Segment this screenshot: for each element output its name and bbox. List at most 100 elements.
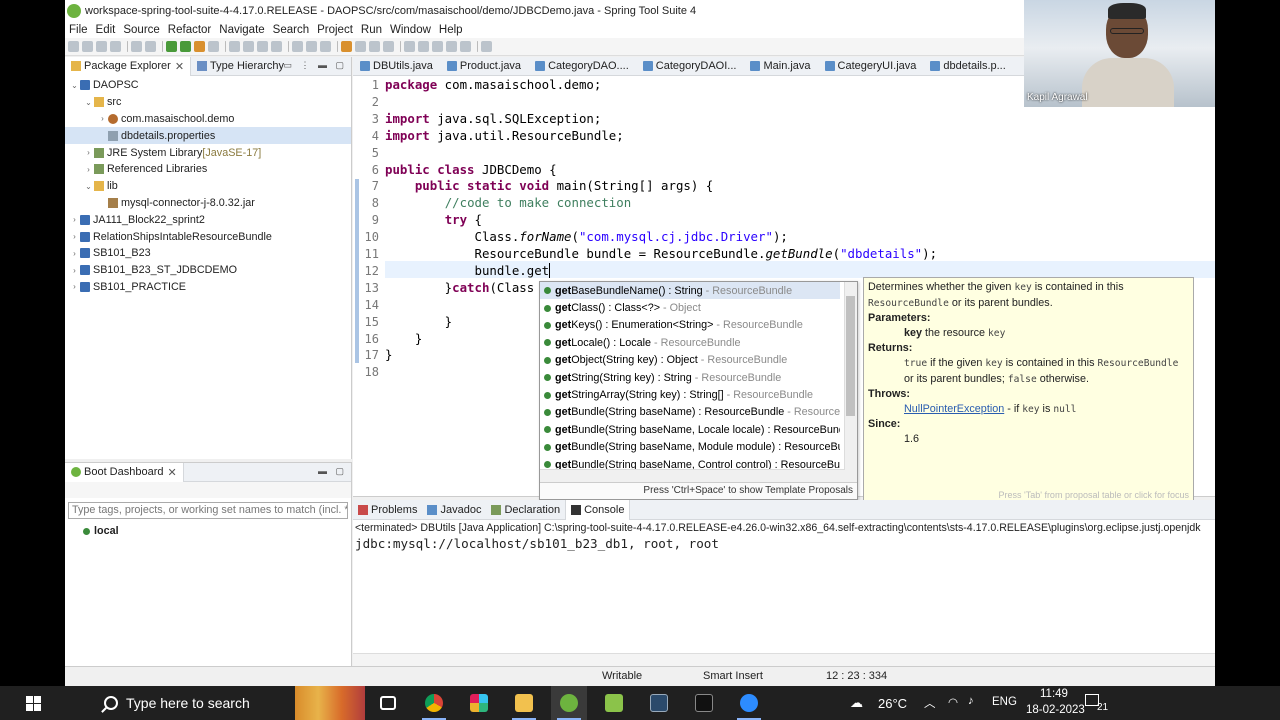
toolbar-button[interactable] <box>355 41 366 52</box>
proposal-item[interactable]: getBundle(String baseName) : ResourceBun… <box>540 404 840 421</box>
toolbar-button[interactable] <box>320 41 331 52</box>
tab-type-hierarchy[interactable]: Type Hierarchy <box>191 57 290 76</box>
editor-tab[interactable]: Main.java <box>743 57 817 75</box>
tab-declaration[interactable]: Declaration <box>486 500 565 520</box>
expand-arrow-icon[interactable]: › <box>69 266 80 275</box>
toolbar-button[interactable] <box>131 41 142 52</box>
expand-arrow-icon[interactable]: › <box>69 232 80 241</box>
boot-filter-input[interactable]: Type tags, projects, or working set name… <box>68 502 348 519</box>
start-button[interactable] <box>0 686 66 720</box>
tree-item[interactable]: › SB101_PRACTICE <box>65 279 351 296</box>
code-line[interactable]: ResourceBundle bundle = ResourceBundle.g… <box>385 246 938 263</box>
notepadpp-app[interactable] <box>596 686 632 720</box>
expand-arrow-icon[interactable]: › <box>69 249 80 258</box>
toolbar-button[interactable] <box>271 41 282 52</box>
clock-time[interactable]: 11:49 <box>1040 688 1068 700</box>
network-icon[interactable]: ◠ <box>948 695 958 709</box>
toolbar-button[interactable] <box>306 41 317 52</box>
tree-item[interactable]: › Referenced Libraries <box>65 161 351 178</box>
toolbar-button[interactable] <box>257 41 268 52</box>
expand-arrow-icon[interactable]: › <box>69 215 80 224</box>
tab-package-explorer[interactable]: Package Explorer ✕ <box>65 56 192 76</box>
language-indicator[interactable]: ENG <box>992 696 1017 708</box>
tab-javadoc[interactable]: Javadoc <box>422 500 486 520</box>
toolbar-button[interactable] <box>481 41 492 52</box>
toolbar-button[interactable] <box>166 41 177 52</box>
scrollbar-thumb[interactable] <box>846 296 855 416</box>
toolbar-button[interactable] <box>446 41 457 52</box>
proposal-item[interactable]: getLocale() : Locale - ResourceBundle <box>540 334 840 351</box>
menu-project[interactable]: Project <box>316 24 354 36</box>
chrome-app[interactable] <box>416 686 452 720</box>
editor-tab[interactable]: DBUtils.java <box>353 57 440 75</box>
weather-icon[interactable]: ☁ <box>850 695 863 711</box>
menu-file[interactable]: File <box>68 24 89 36</box>
file-explorer-app[interactable] <box>506 686 542 720</box>
tree-item[interactable]: dbdetails.properties <box>65 127 351 145</box>
code-line[interactable]: bundle.get <box>385 262 551 280</box>
horizontal-scrollbar[interactable] <box>540 469 845 482</box>
code-line[interactable]: try { <box>385 212 482 229</box>
proposal-list[interactable]: getBaseBundleName() : String - ResourceB… <box>540 282 857 473</box>
clock-date[interactable]: 18-02-2023 <box>1026 704 1085 716</box>
code-line[interactable]: //code to make connection <box>385 195 632 212</box>
javadoc-hover[interactable]: Determines whether the given key is cont… <box>863 277 1194 505</box>
view-menu-icons[interactable]: ▭ ⋮ ▬ ▢ <box>283 60 347 71</box>
mysql-workbench-app[interactable] <box>641 686 677 720</box>
menu-edit[interactable]: Edit <box>95 24 117 36</box>
vertical-scrollbar[interactable] <box>844 282 857 482</box>
code-line[interactable]: public static void main(String[] args) { <box>385 178 713 195</box>
menu-refactor[interactable]: Refactor <box>167 24 212 36</box>
tab-boot-dashboard[interactable]: Boot Dashboard ✕ <box>65 462 184 482</box>
terminal-app[interactable] <box>686 686 722 720</box>
code-line[interactable]: Class.forName("com.mysql.cj.jdbc.Driver"… <box>385 229 788 246</box>
npe-link[interactable]: NullPointerException <box>904 403 1004 415</box>
tree-item[interactable]: ⌄ DAOPSC <box>65 77 351 94</box>
content-assist-popup[interactable]: getBaseBundleName() : String - ResourceB… <box>539 281 858 500</box>
code-line[interactable]: } <box>385 314 452 331</box>
close-icon[interactable]: ✕ <box>175 60 184 73</box>
temperature[interactable]: 26°C <box>878 696 907 711</box>
tree-item[interactable]: › SB101_B23_ST_JDBCDEMO <box>65 262 351 279</box>
view-menu-icons[interactable]: ▬ ▢ <box>318 466 347 477</box>
toolbar-button[interactable] <box>404 41 415 52</box>
toolbar-button[interactable] <box>341 41 352 52</box>
proposal-item[interactable]: getStringArray(String key) : String[] - … <box>540 386 840 403</box>
close-icon[interactable]: ✕ <box>168 466 177 479</box>
tree-item[interactable]: › JA111_Block22_sprint2 <box>65 211 351 228</box>
expand-arrow-icon[interactable]: › <box>97 114 108 123</box>
proposal-item[interactable]: getClass() : Class<?> - Object <box>540 299 840 316</box>
tree-item[interactable]: ⌄ lib <box>65 178 351 195</box>
code-line[interactable]: import java.sql.SQLException; <box>385 111 601 128</box>
tree-item[interactable]: › com.masaischool.demo <box>65 111 351 128</box>
tab-console[interactable]: Console <box>565 499 631 520</box>
menu-help[interactable]: Help <box>438 24 464 36</box>
toolbar-button[interactable] <box>369 41 380 52</box>
boot-item-local[interactable]: local <box>65 523 351 540</box>
zoom-app[interactable] <box>731 686 767 720</box>
volume-icon[interactable]: ♪ <box>968 695 974 707</box>
proposal-item[interactable]: getBundle(String baseName, Module module… <box>540 439 840 456</box>
toolbar-button[interactable] <box>243 41 254 52</box>
toolbar-button[interactable] <box>180 41 191 52</box>
expand-arrow-icon[interactable]: ⌄ <box>83 98 94 107</box>
editor-tab[interactable]: Product.java <box>440 57 528 75</box>
editor-tab[interactable]: CategeryUI.java <box>818 57 924 75</box>
code-line[interactable]: public class JDBCDemo { <box>385 162 557 179</box>
expand-arrow-icon[interactable]: › <box>83 165 94 174</box>
tree-item[interactable]: mysql-connector-j-8.0.32.jar <box>65 195 351 212</box>
editor-tab[interactable]: dbdetails.p... <box>923 57 1012 75</box>
code-line[interactable]: } <box>385 331 422 348</box>
proposal-item[interactable]: getKeys() : Enumeration<String> - Resour… <box>540 317 840 334</box>
menu-navigate[interactable]: Navigate <box>218 24 265 36</box>
tree-item[interactable]: ⌄ src <box>65 94 351 111</box>
console-scrollbar[interactable] <box>353 653 1215 666</box>
toolbar-button[interactable] <box>145 41 156 52</box>
console-output[interactable]: jdbc:mysql://localhost/sb101_b23_db1, ro… <box>353 536 1215 551</box>
tray-chevron-icon[interactable]: ︿ <box>924 695 936 711</box>
toolbar-button[interactable] <box>82 41 93 52</box>
code-line[interactable]: package com.masaischool.demo; <box>385 77 601 94</box>
toolbar-button[interactable] <box>383 41 394 52</box>
menu-window[interactable]: Window <box>389 24 432 36</box>
toolbar-button[interactable] <box>96 41 107 52</box>
